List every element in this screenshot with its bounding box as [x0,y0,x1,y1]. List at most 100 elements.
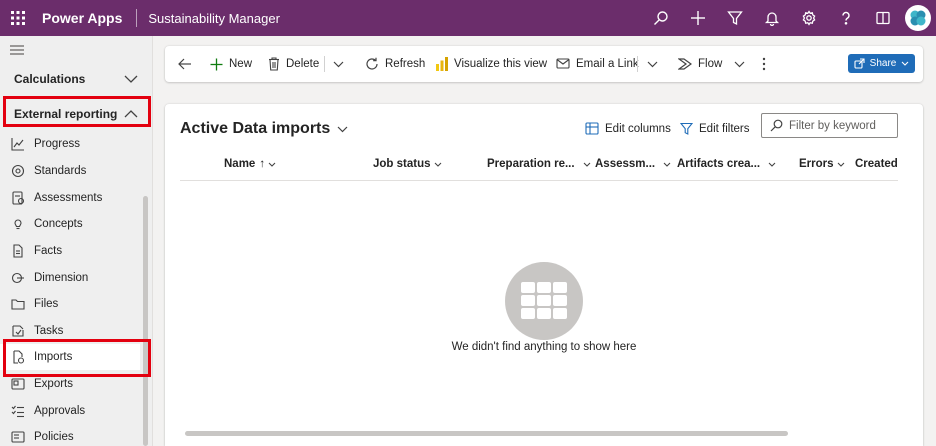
search-input[interactable]: Filter by keyword [761,113,898,138]
new-button-label: New [229,58,253,70]
filter-icon[interactable] [716,0,753,36]
chevron-down-icon [434,162,442,167]
document-icon [10,243,26,259]
chevron-down-icon [768,162,776,167]
sidebar-item-facts[interactable]: Facts [0,238,140,264]
settings-icon[interactable] [790,0,827,36]
approvals-icon [10,403,26,419]
sidebar-item-label: Tasks [34,325,64,337]
dimension-icon [10,270,26,286]
grid-horizontal-scrollbar[interactable] [185,431,788,436]
refresh-button[interactable]: Refresh [365,46,425,82]
flow-button-label: Flow [698,58,723,70]
avatar[interactable] [905,5,931,31]
sidebar-item-files[interactable]: Files [0,291,140,317]
column-label: Job status [373,158,431,170]
sidebar-item-standards[interactable]: Standards [0,158,140,184]
sidebar-item-label: Approvals [34,405,86,417]
group-calculations[interactable]: Calculations [14,72,138,86]
refresh-icon [365,57,379,71]
hamburger-icon[interactable] [10,44,24,58]
tasks-icon [10,323,26,339]
column-label: Errors [799,158,834,170]
sidebar-item-label: Assessments [34,192,103,204]
back-arrow-icon[interactable] [178,46,192,82]
standards-icon [10,163,26,179]
view-panel: Active Data imports Edit columns Edit fi… [165,104,923,446]
column-label: Artifacts crea... [677,158,761,170]
column-label: Assessm... [595,158,656,170]
delete-more-chevron[interactable] [333,46,344,82]
group-label: Calculations [14,72,86,86]
sidebar-item-label: Files [34,298,59,310]
sidebar-scrollbar[interactable] [143,196,148,446]
sidebar-item-concepts[interactable]: Concepts [0,211,140,237]
sidebar-item-policies[interactable]: Policies [0,424,140,446]
chevron-down-icon [268,162,276,167]
column-label: Name [224,158,256,170]
powerbi-icon [436,57,448,71]
share-button-label: Share [869,58,897,69]
edit-columns-button[interactable]: Edit columns [585,122,671,135]
app-title[interactable]: Sustainability Manager [148,11,280,26]
top-icons [642,0,936,36]
column-header-errors[interactable]: Errors [799,158,845,170]
chevron-down-icon [337,126,348,133]
bell-icon[interactable] [753,0,790,36]
sidebar-item-label: Standards [34,165,87,177]
column-header-assessment[interactable]: Assessm... [595,158,671,170]
column-header-created-on[interactable]: Created O [855,158,898,170]
sidebar-item-dimension[interactable]: Dimension [0,265,140,291]
empty-state-message: We didn't find anything to show here [451,341,637,353]
sidebar-item-label: Policies [34,431,74,443]
sidebar-item-label: Facts [34,245,63,257]
column-header-name[interactable]: Name ↑ [224,158,276,170]
share-button[interactable]: Share [848,54,915,73]
top-bar: Power Apps Sustainability Manager [0,0,936,36]
delete-button[interactable]: Delete [268,46,319,82]
sidebar-item-assessments[interactable]: Assessments [0,185,140,211]
edit-filters-label: Edit filters [699,122,750,135]
chart-line-icon [10,136,26,152]
flow-icon [678,58,692,70]
more-commands-icon[interactable] [762,46,766,82]
highlight-imports [3,339,151,377]
title-divider [136,9,138,27]
app-name[interactable]: Power Apps [42,10,122,26]
sidebar-item-progress[interactable]: Progress [0,131,140,157]
email-link-icon [556,58,570,70]
flow-button[interactable]: Flow [678,46,751,82]
sidebar-item-approvals[interactable]: Approvals [0,398,140,424]
help-icon[interactable] [827,0,864,36]
chevron-down-icon [734,61,745,68]
email-link-button[interactable]: Email a Link [556,46,639,82]
grid-header: Name ↑ Job status Preparation re... Asse… [180,148,898,181]
column-header-preparation[interactable]: Preparation re... [487,158,591,170]
refresh-button-label: Refresh [385,58,426,70]
chevron-down-icon [663,162,671,167]
sidebar-item-label: Progress [34,138,81,150]
policies-icon [10,429,26,445]
view-selector[interactable]: Active Data imports [180,120,348,138]
column-label: Preparation re... [487,158,575,170]
sidebar-item-label: Concepts [34,218,83,230]
email-link-button-label: Email a Link [576,58,639,70]
delete-button-label: Delete [286,58,320,70]
column-label: Created O [855,158,898,170]
search-icon[interactable] [642,0,679,36]
visualize-button[interactable]: Visualize this view [436,46,547,82]
column-header-artifacts[interactable]: Artifacts crea... [677,158,776,170]
visualize-button-label: Visualize this view [454,58,548,70]
email-more-chevron[interactable] [647,46,658,82]
chevron-down-icon [901,61,909,66]
lightbulb-icon [10,216,26,232]
reading-icon[interactable] [864,0,901,36]
column-header-job-status[interactable]: Job status [373,158,442,170]
app-launcher-icon[interactable] [0,0,36,36]
filter-icon [680,122,693,135]
add-icon[interactable] [679,0,716,36]
search-icon [770,119,783,132]
highlight-external-reporting [3,96,151,127]
new-button[interactable]: New [210,46,252,82]
edit-filters-button[interactable]: Edit filters [680,122,750,135]
